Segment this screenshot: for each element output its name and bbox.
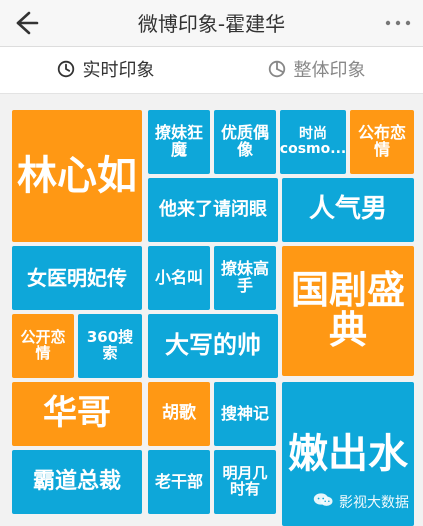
tile-ta-laile-qing-biyan[interactable]: 他来了请闭眼 bbox=[148, 178, 278, 242]
tile-liaomei-gaoshou[interactable]: 撩妹高手 bbox=[214, 246, 276, 310]
watermark: 影视大数据 bbox=[313, 492, 409, 512]
tab-overall-impression[interactable]: 整体印象 bbox=[211, 47, 422, 91]
tile-soushen-ji[interactable]: 搜神记 bbox=[214, 382, 276, 446]
tile-badao-zongcai[interactable]: 霸道总裁 bbox=[12, 450, 142, 514]
wechat-logo-icon bbox=[313, 492, 333, 512]
watermark-text: 影视大数据 bbox=[339, 495, 409, 511]
more-dots-icon[interactable] bbox=[383, 10, 413, 36]
tab-label: 整体印象 bbox=[293, 60, 366, 81]
page-title: 微博印象-霍建华 bbox=[137, 12, 286, 36]
tab-realtime-impression[interactable]: 实时印象 bbox=[0, 47, 211, 91]
back-arrow-icon[interactable] bbox=[8, 6, 42, 40]
tab-label: 实时印象 bbox=[82, 60, 155, 81]
tile-gongbu-lianqing[interactable]: 公布恋情 bbox=[350, 110, 414, 174]
clock-icon bbox=[57, 60, 75, 78]
tile-360-sousuo[interactable]: 360搜索 bbox=[78, 314, 142, 378]
tile-lao-ganbu[interactable]: 老干部 bbox=[148, 450, 210, 514]
tile-mingyue-jishiyou[interactable]: 明月几时有 bbox=[214, 450, 276, 514]
tile-shishang-cosmo[interactable]: 时尚cosmo... bbox=[280, 110, 346, 174]
tab-bar: 实时印象 整体印象 bbox=[0, 47, 423, 140]
tile-gongkai-lianqing[interactable]: 公开恋情 bbox=[12, 314, 74, 378]
tile-huage[interactable]: 华哥 bbox=[12, 382, 142, 446]
tile-lin-xinru[interactable]: 林心如 bbox=[12, 110, 142, 242]
tile-liaomei-kuangmo[interactable]: 撩妹狂魔 bbox=[148, 110, 210, 174]
impression-tile-grid: 林心如 撩妹狂魔 优质偶像 时尚cosmo... 公布恋情 他来了请闭眼 人气男… bbox=[0, 94, 423, 526]
tile-guoju-shengdian[interactable]: 国剧盛典 bbox=[282, 246, 414, 376]
top-bar: 微博印象-霍建华 bbox=[0, 0, 423, 47]
tile-hu-ge[interactable]: 胡歌 bbox=[148, 382, 210, 446]
tile-nuyi-mingfei-zhuan[interactable]: 女医明妃传 bbox=[12, 246, 142, 310]
pie-chart-icon bbox=[268, 60, 286, 78]
tile-renqi-nan[interactable]: 人气男 bbox=[282, 178, 414, 242]
tile-xiaoming-jiao[interactable]: 小名叫 bbox=[148, 246, 210, 310]
tile-daxie-de-shuai[interactable]: 大写的帅 bbox=[148, 314, 278, 378]
tile-youzhi-ouxiang[interactable]: 优质偶像 bbox=[214, 110, 276, 174]
